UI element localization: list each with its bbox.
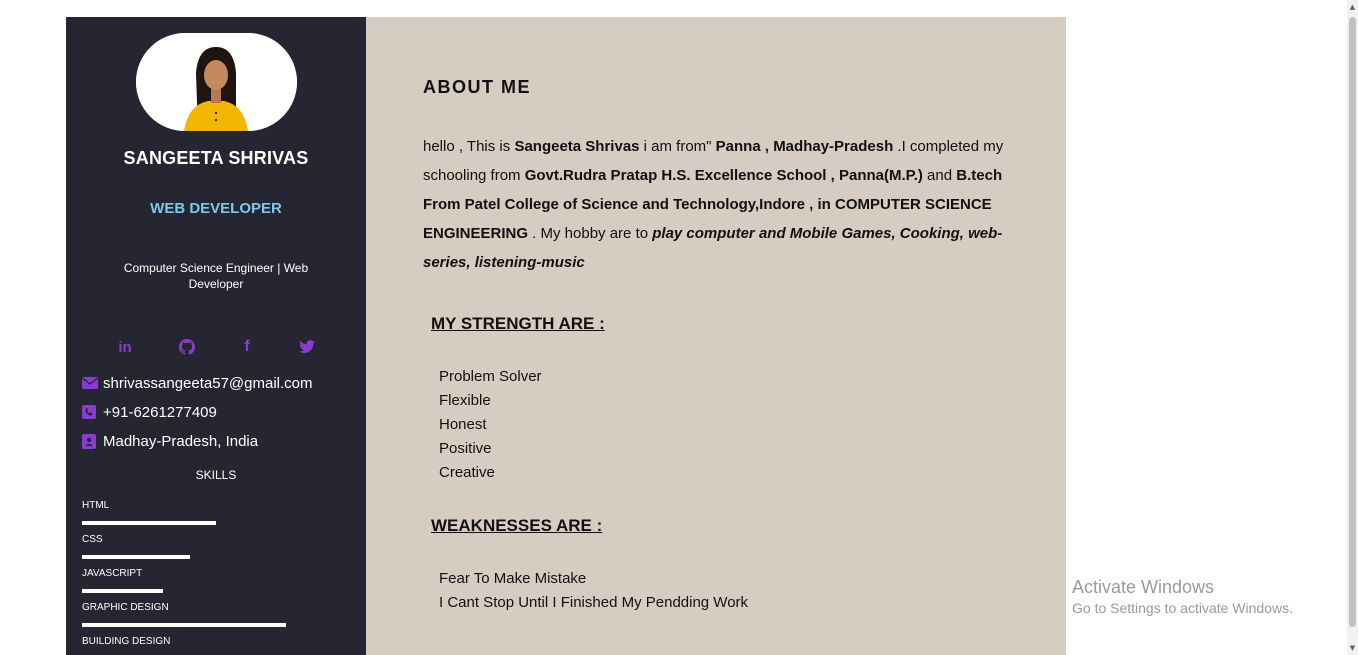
address-book-icon [82, 433, 98, 449]
watermark-line-1: Activate Windows [1072, 577, 1215, 597]
strengths-list: Problem Solver Flexible Honest Positive … [439, 365, 542, 485]
linkedin-icon-glyph: in [118, 338, 132, 356]
about-bold-school: Govt.Rudra Pratap H.S. Excellence School… [524, 167, 923, 184]
about-text-1: hello , This is [423, 138, 515, 155]
contact-email[interactable]: shrivassangeeta57@gmail.com [82, 372, 313, 394]
skill-javascript-bar [82, 589, 163, 593]
phone-icon [82, 404, 98, 420]
skill-graphic-design-bar [82, 623, 286, 627]
activate-windows-watermark: Activate Windows Go to Settings to activ… [1072, 577, 1293, 616]
skill-building-design-label: BUILDING DESIGN [82, 636, 171, 647]
profile-tagline: Computer Science Engineer | Web Develope… [123, 261, 309, 291]
watermark-line-2: Go to Settings to activate Windows. [1072, 600, 1293, 616]
profile-role: WEB DEVELOPER [150, 200, 282, 217]
profile-sidebar: SANGEETA SHRIVAS WEB DEVELOPER Computer … [66, 17, 366, 655]
about-panel: ABOUT ME hello , This is Sangeeta Shriva… [366, 17, 1066, 655]
skill-css-bar [82, 555, 190, 559]
skills-title: SKILLS [195, 468, 237, 482]
scrollbar-thumb[interactable] [1349, 17, 1356, 627]
profile-photo [136, 33, 297, 131]
vertical-scrollbar[interactable]: ▲ ▼ [1347, 0, 1358, 655]
email-text: shrivassangeeta57@gmail.com [103, 374, 313, 392]
list-item: Flexible [439, 392, 491, 409]
about-text-2: i am from" [639, 138, 716, 155]
phone-text: +91-6261277409 [103, 403, 217, 421]
list-item: Positive [439, 440, 492, 457]
contact-location: Madhay-Pradesh, India [82, 430, 258, 452]
skill-graphic-design-label: GRAPHIC DESIGN [82, 602, 169, 613]
skill-html-label: HTML [82, 500, 110, 511]
social-links: in f [66, 337, 366, 357]
about-paragraph: hello , This is Sangeeta Shrivas i am fr… [423, 132, 1023, 277]
weaknesses-list: Fear To Make Mistake I Cant Stop Until I… [439, 567, 748, 615]
github-icon[interactable] [177, 337, 197, 357]
weaknesses-title: WEAKNESSES ARE : [431, 516, 603, 535]
about-title: ABOUT ME [423, 77, 531, 97]
skill-javascript-label: JAVASCRIPT [82, 568, 143, 579]
facebook-icon[interactable]: f [237, 337, 257, 357]
linkedin-icon[interactable]: in [115, 337, 135, 357]
scroll-down-arrow-icon[interactable]: ▼ [1349, 643, 1356, 653]
list-item: Fear To Make Mistake [439, 570, 587, 587]
list-item: Creative [439, 464, 495, 481]
twitter-icon[interactable] [297, 337, 317, 357]
location-text: Madhay-Pradesh, India [103, 432, 259, 450]
envelope-icon [82, 375, 98, 391]
list-item: Honest [439, 416, 487, 433]
skill-html-bar [82, 521, 216, 525]
about-bold-name: Sangeeta Shrivas [514, 138, 640, 155]
facebook-icon-glyph: f [244, 338, 250, 355]
list-item: Problem Solver [439, 368, 542, 385]
about-bold-place: Panna , Madhay-Pradesh [715, 138, 894, 155]
list-item: I Cant Stop Until I Finished My Pendding… [439, 594, 749, 611]
strengths-title: MY STRENGTH ARE : [431, 314, 605, 333]
about-text-4: and [922, 167, 957, 184]
skill-css-label: CSS [82, 534, 103, 545]
scroll-up-arrow-icon[interactable]: ▲ [1349, 2, 1356, 12]
contact-phone[interactable]: +91-6261277409 [82, 401, 217, 423]
profile-name: SANGEETA SHRIVAS [123, 148, 309, 168]
about-text-5: . My hobby are to [528, 225, 653, 242]
